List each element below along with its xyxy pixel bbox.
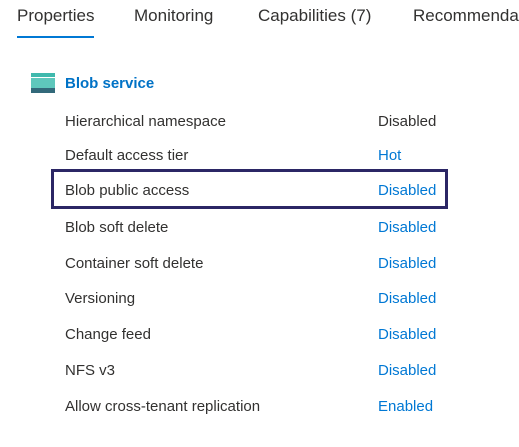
row-value-link[interactable]: Hot bbox=[378, 145, 401, 167]
row-label: Versioning bbox=[65, 290, 136, 307]
tab-monitoring[interactable]: Monitoring bbox=[134, 5, 213, 27]
row-cross-tenant-replication: Allow cross-tenant replication Enabled bbox=[65, 396, 495, 418]
row-default-access-tier: Default access tier Hot bbox=[65, 145, 495, 167]
row-value: Disabled bbox=[378, 113, 437, 130]
row-label: Change feed bbox=[65, 326, 151, 343]
section-header-blob-service: Blob service bbox=[31, 72, 154, 94]
blob-service-icon bbox=[31, 73, 55, 93]
row-label: Allow cross-tenant replication bbox=[65, 398, 261, 415]
row-change-feed: Change feed Disabled bbox=[65, 324, 495, 346]
row-hierarchical-namespace: Hierarchical namespace Disabled bbox=[65, 111, 495, 133]
row-value-link[interactable]: Disabled bbox=[378, 253, 436, 275]
row-blob-soft-delete: Blob soft delete Disabled bbox=[65, 217, 495, 239]
tab-recommendations[interactable]: Recommenda bbox=[413, 5, 519, 27]
row-container-soft-delete: Container soft delete Disabled bbox=[65, 253, 495, 275]
tab-properties[interactable]: Properties bbox=[17, 5, 95, 38]
tab-bar: Properties Monitoring Capabilities (7) R… bbox=[0, 0, 519, 40]
row-versioning: Versioning Disabled bbox=[65, 288, 495, 310]
row-value-link[interactable]: Disabled bbox=[378, 217, 436, 239]
row-label: NFS v3 bbox=[65, 362, 116, 379]
row-label: Hierarchical namespace bbox=[65, 113, 226, 130]
tab-capabilities[interactable]: Capabilities (7) bbox=[258, 5, 371, 27]
row-label: Blob public access bbox=[65, 182, 190, 199]
row-blob-public-access: Blob public access Disabled bbox=[65, 180, 495, 202]
row-value-link[interactable]: Disabled bbox=[378, 324, 436, 346]
row-nfs-v3: NFS v3 Disabled bbox=[65, 360, 495, 382]
row-value-link[interactable]: Disabled bbox=[378, 180, 436, 202]
row-value-link[interactable]: Disabled bbox=[378, 360, 436, 382]
row-label: Default access tier bbox=[65, 147, 189, 164]
row-value-link[interactable]: Disabled bbox=[378, 288, 436, 310]
row-label: Blob soft delete bbox=[65, 219, 169, 236]
row-value-link[interactable]: Enabled bbox=[378, 396, 433, 418]
section-title[interactable]: Blob service bbox=[65, 75, 154, 92]
row-label: Container soft delete bbox=[65, 255, 204, 272]
